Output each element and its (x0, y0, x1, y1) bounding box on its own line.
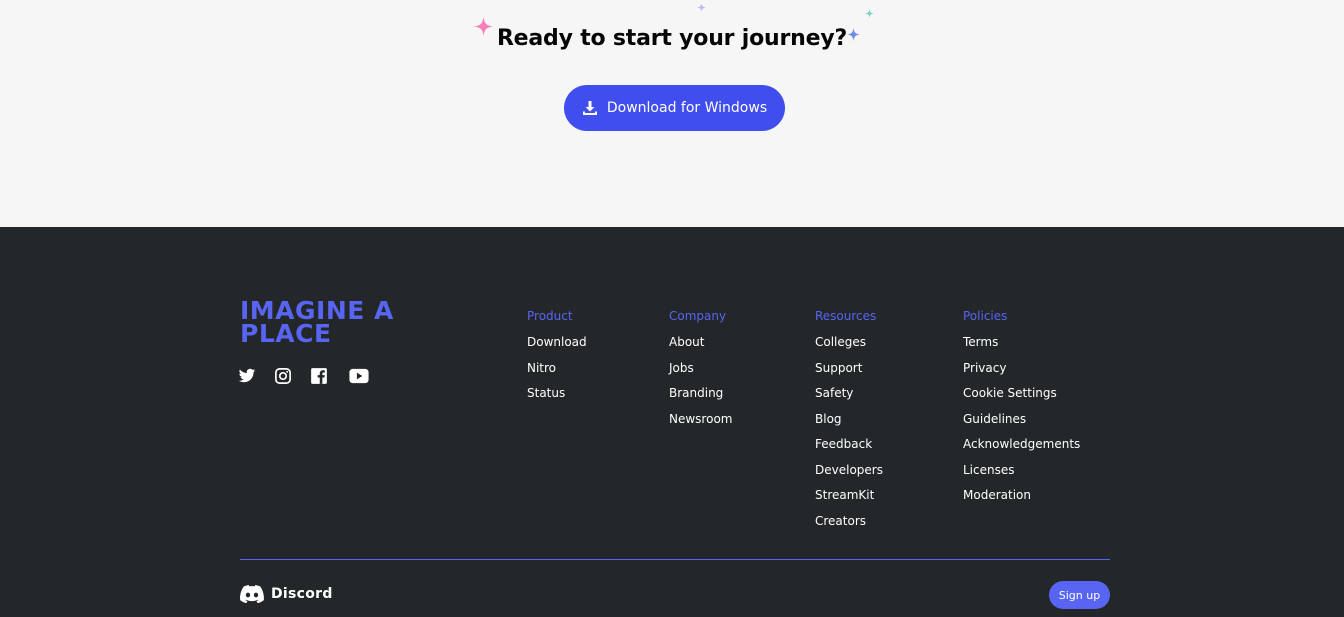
download-button[interactable]: Download for Windows (564, 85, 785, 131)
download-icon (582, 101, 597, 115)
sign-up-button[interactable]: Sign up (1049, 581, 1110, 609)
footer-column-resources: Resources Colleges Support Safety Blog F… (815, 309, 883, 539)
footer-link-blog[interactable]: Blog (815, 412, 883, 438)
discord-logo-icon (240, 585, 264, 603)
footer-link-jobs[interactable]: Jobs (669, 361, 732, 387)
discord-brand-link[interactable]: Discord (240, 585, 333, 603)
footer-link-newsroom[interactable]: Newsroom (669, 412, 732, 438)
footer-link-branding[interactable]: Branding (669, 386, 732, 412)
footer-link-moderation[interactable]: Moderation (963, 488, 1080, 514)
brand-name: Discord (271, 586, 333, 602)
footer-tagline: IMAGINE A PLACE (240, 296, 394, 348)
footer-column-product: Product Download Nitro Status (527, 309, 587, 412)
column-heading: Policies (963, 309, 1008, 323)
footer-link-streamkit[interactable]: StreamKit (815, 488, 883, 514)
cta-title: Ready to start your journey? (496, 26, 848, 51)
facebook-icon[interactable] (310, 367, 328, 385)
lavender-sparkle-icon (697, 3, 706, 12)
teal-sparkle-icon (865, 9, 874, 18)
footer-link-terms[interactable]: Terms (963, 335, 1080, 361)
footer-link-guidelines[interactable]: Guidelines (963, 412, 1080, 438)
footer-link-acknowledgements[interactable]: Acknowledgements (963, 437, 1080, 463)
footer-link-nitro[interactable]: Nitro (527, 361, 587, 387)
footer-link-feedback[interactable]: Feedback (815, 437, 883, 463)
footer-link-developers[interactable]: Developers (815, 463, 883, 489)
footer-column-policies: Policies Terms Privacy Cookie Settings G… (963, 309, 1080, 514)
youtube-icon[interactable] (349, 367, 369, 385)
footer-link-status[interactable]: Status (527, 386, 587, 412)
footer-link-download[interactable]: Download (527, 335, 587, 361)
download-button-label: Download for Windows (606, 100, 768, 116)
footer-column-company: Company About Jobs Branding Newsroom (669, 309, 732, 437)
footer-link-licenses[interactable]: Licenses (963, 463, 1080, 489)
column-heading: Product (527, 309, 573, 323)
footer-link-creators[interactable]: Creators (815, 514, 883, 540)
cta-section: Ready to start your journey? Download fo… (0, 0, 1344, 227)
column-heading: Resources (815, 309, 877, 323)
footer-divider (240, 559, 1110, 560)
footer-link-safety[interactable]: Safety (815, 386, 883, 412)
footer-link-support[interactable]: Support (815, 361, 883, 387)
footer-link-about[interactable]: About (669, 335, 732, 361)
footer-link-privacy[interactable]: Privacy (963, 361, 1080, 387)
instagram-icon[interactable] (274, 367, 292, 385)
footer: IMAGINE A PLACE Product Download Nitro S… (0, 227, 1344, 617)
footer-link-cookie-settings[interactable]: Cookie Settings (963, 386, 1080, 412)
footer-link-colleges[interactable]: Colleges (815, 335, 883, 361)
social-links (238, 367, 369, 385)
twitter-icon[interactable] (238, 367, 256, 385)
column-heading: Company (669, 309, 727, 323)
